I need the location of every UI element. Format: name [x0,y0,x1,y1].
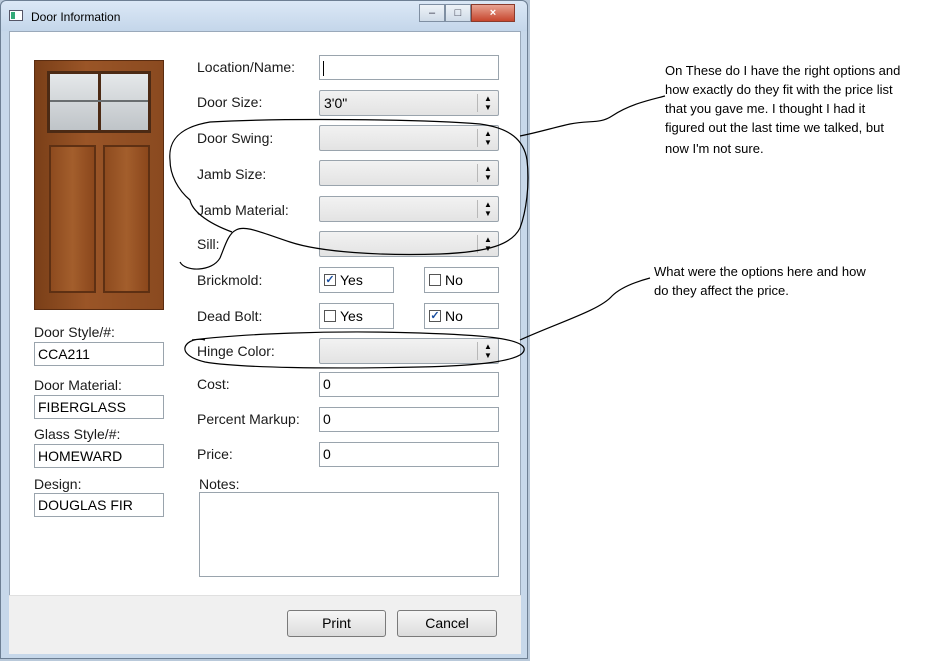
brickmold-yes-checkbox[interactable]: ✓ Yes [319,267,394,293]
door-swing-dropdown[interactable]: ▲ ▼ [319,125,499,151]
check-icon: ✓ [429,310,441,322]
note2-line: do they affect the price. [654,283,789,298]
door-size-dropdown[interactable]: 3'0" ▲ ▼ [319,90,499,116]
door-swing-label: Door Swing: [197,130,274,146]
design-label: Design: [34,476,82,492]
sill-label: Sill: [197,236,220,252]
door-material-label: Door Material: [34,377,122,393]
text-caret [323,60,324,76]
door-material-field[interactable]: FIBERGLASS [34,395,164,419]
jamb-material-dropdown[interactable]: ▲ ▼ [319,196,499,222]
note1-line: figured out the last time we talked, but [665,120,884,135]
title-bar[interactable]: Door Information – □ × [1,1,527,31]
deadbolt-label: Dead Bolt: [197,308,263,324]
price-label: Price: [197,446,233,462]
door-style-label: Door Style/#: [34,324,115,340]
note1-line: now I'm not sure. [665,141,764,156]
jamb-material-label: Jamb Material: [197,202,289,218]
minimize-button[interactable]: – [419,4,445,22]
maximize-button[interactable]: □ [445,4,471,22]
notes-textarea[interactable] [199,492,499,577]
brickmold-no-checkbox[interactable]: No [424,267,499,293]
door-panel-right [103,145,150,293]
glass-style-label: Glass Style/#: [34,426,121,442]
brickmold-label: Brickmold: [197,272,263,288]
notes-label: Notes: [199,476,240,492]
markup-input[interactable]: 0 [319,407,499,432]
print-button[interactable]: Print [287,610,386,637]
cost-input[interactable]: 0 [319,372,499,397]
door-size-label: Door Size: [197,94,263,110]
door-size-value: 3'0" [324,95,348,111]
window-title: Door Information [31,10,121,24]
sill-dropdown[interactable]: ▲ ▼ [319,231,499,257]
updown-arrow-icon: ▲ ▼ [477,342,498,360]
leader-line-2 [519,277,651,341]
checkbox-empty-icon [324,310,336,322]
hinge-color-dropdown[interactable]: ▲ ▼ [319,338,499,364]
updown-arrow-icon: ▲ ▼ [477,164,498,182]
checkbox-empty-icon [429,274,441,286]
hinge-color-label: Hinge Color: [197,343,275,359]
updown-arrow-icon: ▲ ▼ [477,94,498,112]
window-app-icon [9,10,23,21]
markup-label: Percent Markup: [197,411,300,427]
deadbolt-no-text: No [445,308,463,324]
updown-arrow-icon: ▲ ▼ [477,129,498,147]
deadbolt-no-checkbox[interactable]: ✓ No [424,303,499,329]
deadbolt-yes-checkbox[interactable]: Yes [319,303,394,329]
brickmold-yes-text: Yes [340,272,363,288]
glass-style-field[interactable]: HOMEWARD [34,444,164,468]
leader-line-1 [519,95,666,137]
note1-line: On These do I have the right options and [665,63,901,78]
door-glass [47,71,151,133]
note1-line: that you gave me. I thought I had it [665,101,866,116]
door-panel-left [49,145,96,293]
door-image [34,60,164,310]
check-icon: ✓ [324,274,336,286]
location-label: Location/Name: [197,59,296,75]
updown-arrow-icon: ▲ ▼ [477,200,498,218]
brickmold-no-text: No [445,272,463,288]
annotation-note-1: On These do I have the right options and… [665,61,900,158]
updown-arrow-icon: ▲ ▼ [477,235,498,253]
jamb-size-dropdown[interactable]: ▲ ▼ [319,160,499,186]
close-button[interactable]: × [471,4,515,22]
note2-line: What were the options here and how [654,264,866,279]
price-input[interactable]: 0 [319,442,499,467]
annotation-note-2: What were the options here and how do th… [654,262,866,300]
note1-line: how exactly do they fit with the price l… [665,82,893,97]
cost-label: Cost: [197,376,230,392]
deadbolt-yes-text: Yes [340,308,363,324]
location-input[interactable] [319,55,499,80]
door-style-field[interactable]: CCA211 [34,342,164,366]
design-field[interactable]: DOUGLAS FIR [34,493,164,517]
jamb-size-label: Jamb Size: [197,166,267,182]
cancel-button[interactable]: Cancel [397,610,497,637]
